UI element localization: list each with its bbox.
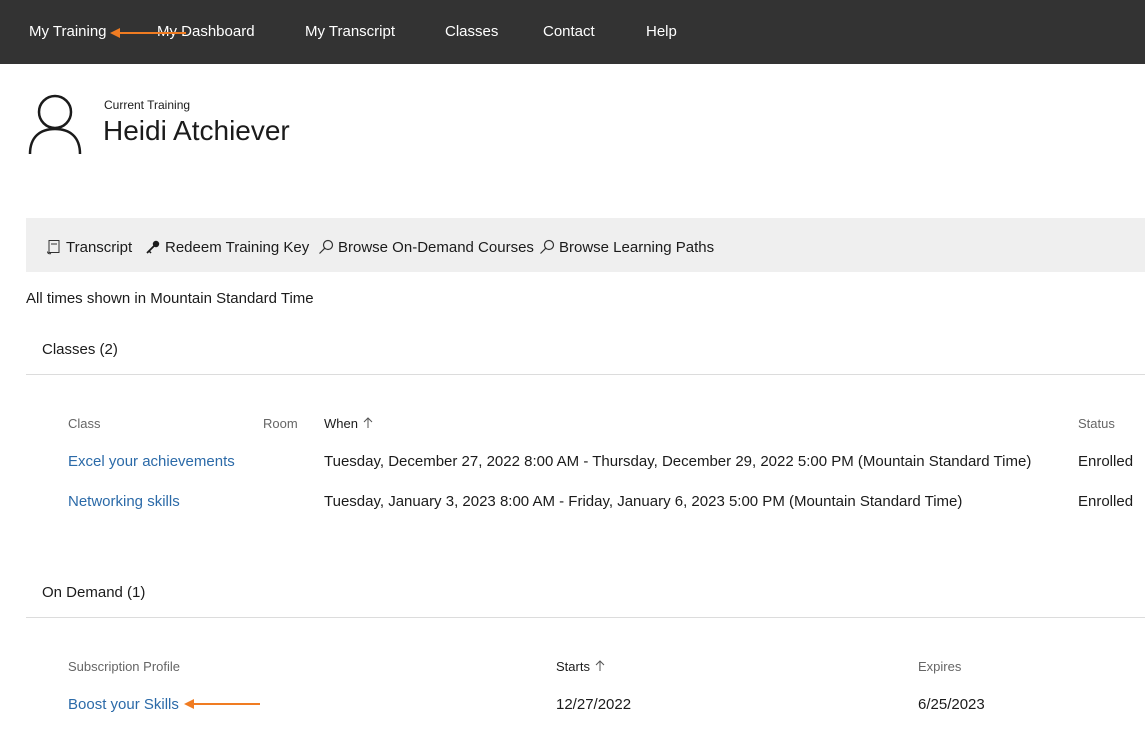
nav-contact[interactable]: Contact (543, 23, 595, 40)
top-nav: My Training My Dashboard My Transcript C… (0, 0, 1145, 64)
user-name: Heidi Atchiever (103, 115, 290, 146)
column-header-when[interactable]: When (324, 416, 373, 431)
browse-on-demand-courses-button[interactable]: Browse On-Demand Courses (318, 237, 534, 257)
divider (26, 374, 1145, 375)
search-icon (319, 239, 334, 254)
browse-learning-paths-button[interactable]: Browse Learning Paths (539, 237, 714, 257)
timezone-note: All times shown in Mountain Standard Tim… (26, 290, 314, 307)
nav-help[interactable]: Help (646, 23, 677, 40)
transcript-icon (47, 240, 60, 255)
divider (26, 617, 1145, 618)
column-header-expires[interactable]: Expires (918, 659, 961, 674)
transcript-button[interactable]: Transcript (46, 237, 132, 257)
redeem-training-key-button[interactable]: Redeem Training Key (145, 237, 309, 257)
class-status: Enrolled (1078, 453, 1134, 470)
nav-my-transcript[interactable]: My Transcript (305, 23, 395, 40)
nav-my-training[interactable]: My Training (29, 23, 107, 40)
toolbar: Transcript Redeem Training Key Browse On… (26, 218, 1145, 272)
class-when: Tuesday, December 27, 2022 8:00 AM - Thu… (324, 453, 1032, 470)
browse-learning-paths-label: Browse Learning Paths (559, 238, 715, 256)
class-link[interactable]: Networking skills (68, 493, 180, 510)
annotation-arrow-icon (110, 28, 186, 38)
subscription-expires: 6/25/2023 (918, 696, 985, 713)
column-header-starts[interactable]: Starts (556, 659, 605, 674)
column-header-starts-label: Starts (556, 659, 590, 674)
column-header-when-label: When (324, 416, 358, 431)
subscription-profile-link[interactable]: Boost your Skills (68, 696, 179, 713)
search-icon (540, 239, 555, 254)
column-header-class[interactable]: Class (68, 416, 101, 431)
class-when: Tuesday, January 3, 2023 8:00 AM - Frida… (324, 493, 963, 510)
column-header-subscription-profile[interactable]: Subscription Profile (68, 659, 180, 674)
annotation-arrow-icon (184, 699, 260, 709)
sort-ascending-icon (363, 417, 373, 428)
nav-classes[interactable]: Classes (445, 23, 498, 40)
sort-ascending-icon (595, 660, 605, 671)
subscription-starts: 12/27/2022 (556, 696, 632, 713)
class-status: Enrolled (1078, 493, 1134, 510)
redeem-training-key-label: Redeem Training Key (165, 238, 310, 256)
transcript-label: Transcript (66, 238, 133, 256)
on-demand-section-title: On Demand (1) (42, 584, 146, 601)
column-header-status[interactable]: Status (1078, 416, 1115, 431)
class-link[interactable]: Excel your achievements (68, 453, 235, 470)
browse-on-demand-courses-label: Browse On-Demand Courses (338, 238, 534, 256)
key-icon (146, 240, 160, 254)
classes-section-title: Classes (2) (42, 341, 118, 358)
current-training-label: Current Training (104, 98, 191, 112)
column-header-room[interactable]: Room (263, 416, 298, 431)
user-icon (28, 94, 82, 155)
